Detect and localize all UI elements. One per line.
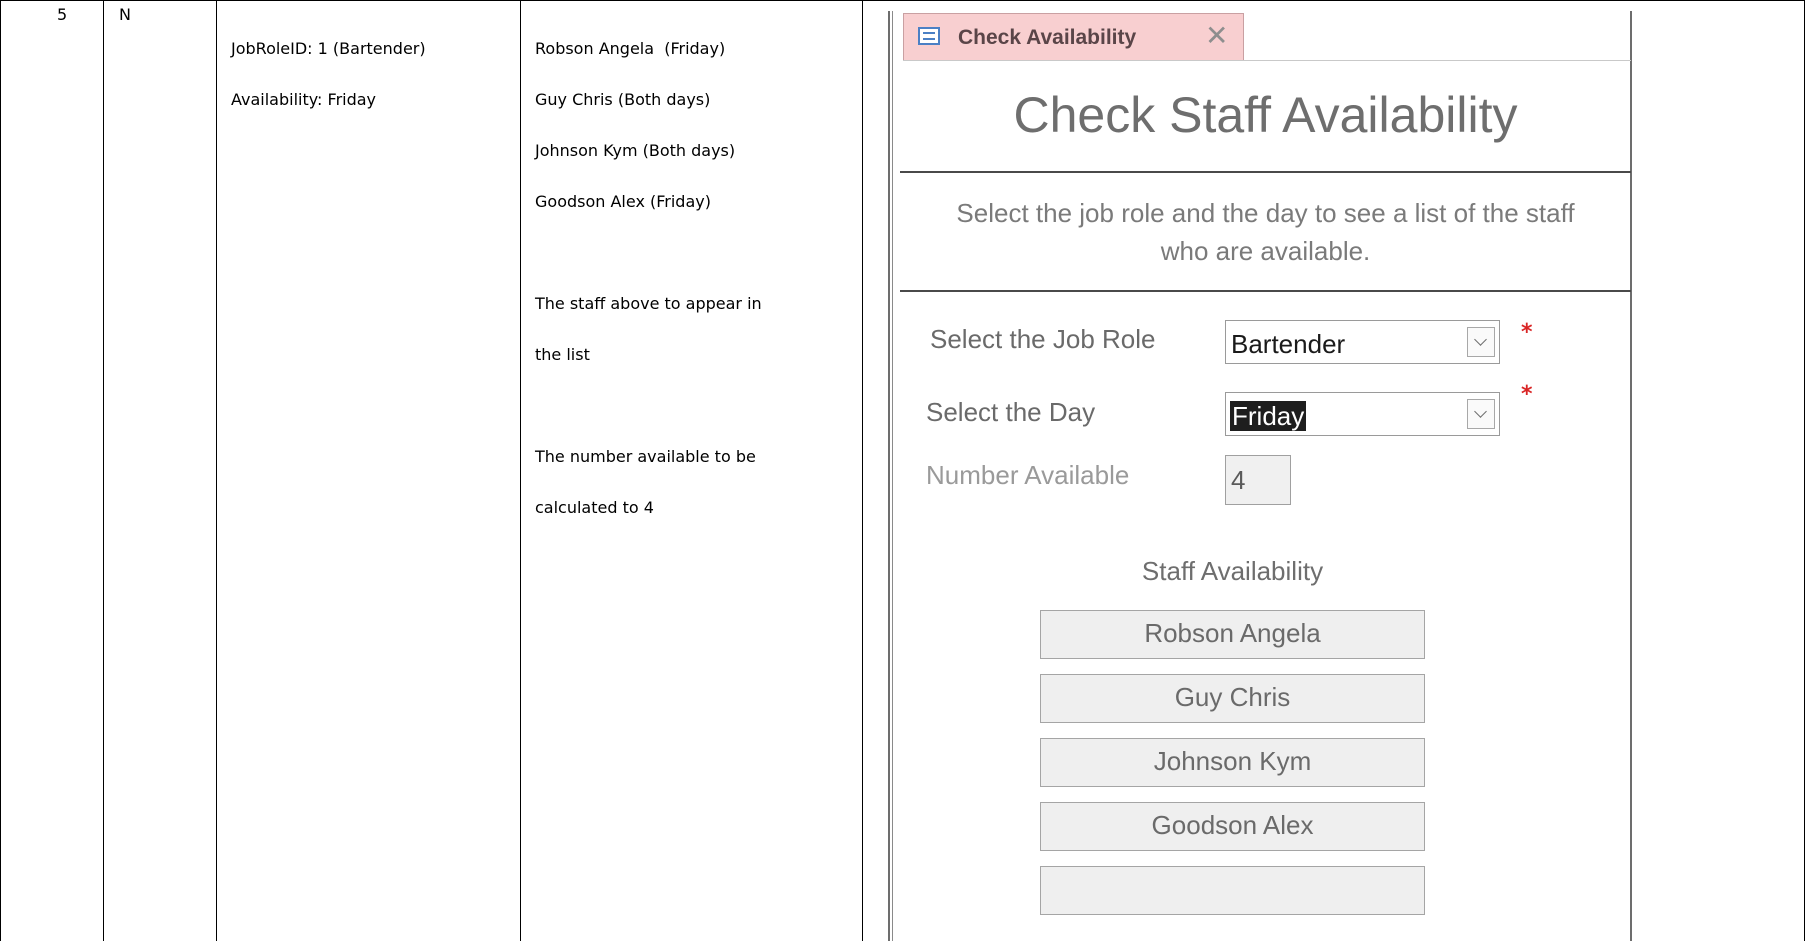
required-marker: * (1521, 320, 1533, 345)
close-icon[interactable]: ✕ (1205, 20, 1228, 52)
expected-staff-line: Goodson Alex (Friday) (535, 192, 711, 211)
tab-check-availability[interactable]: Check Availability ✕ (903, 13, 1244, 61)
day-value: Friday (1230, 401, 1307, 431)
expected-staff-line: Robson Angela (Friday) (535, 39, 726, 58)
test-flag: N (119, 5, 131, 24)
table-column-divider (103, 0, 104, 941)
required-marker: * (1521, 382, 1533, 407)
expected-note-line: the list (535, 345, 590, 364)
table-column-divider (216, 0, 217, 941)
test-data-line: JobRoleID: 1 (Bartender) (231, 39, 426, 58)
expected-note-line: calculated to 4 (535, 498, 654, 517)
job-role-combobox[interactable]: Bartender (1225, 320, 1500, 364)
table-top-border (0, 0, 1805, 1)
table-column-divider (0, 0, 1, 941)
table-column-divider (862, 0, 863, 941)
number-available-field: 4 (1225, 455, 1291, 505)
staff-list-item[interactable]: Goodson Alex (1040, 802, 1425, 851)
staff-list-item[interactable] (1040, 866, 1425, 915)
test-data-line: Availability: Friday (231, 90, 377, 109)
section-divider (900, 171, 1631, 173)
test-data-cell: JobRoleID: 1 (Bartender) Availability: F… (231, 6, 426, 125)
day-label: Select the Day (926, 397, 1096, 427)
staff-list-item[interactable]: Johnson Kym (1040, 738, 1425, 787)
chevron-down-icon[interactable] (1467, 327, 1495, 357)
tab-strip-divider (903, 60, 1631, 61)
test-number: 5 (57, 5, 68, 24)
chevron-down-icon[interactable] (1467, 399, 1495, 429)
job-role-value: Bartender (1231, 329, 1346, 359)
day-combobox[interactable]: Friday (1225, 392, 1500, 436)
tab-label: Check Availability (958, 26, 1137, 49)
screenshot-frame (1630, 11, 1632, 941)
instruction-line: who are available. (1160, 236, 1371, 266)
form-title: Check Staff Availability (1013, 87, 1518, 143)
expected-result-cell: Robson Angela (Friday) Guy Chris (Both d… (535, 6, 762, 533)
expected-staff-line: Guy Chris (Both days) (535, 90, 711, 109)
number-available-label: Number Available (926, 460, 1130, 490)
section-divider (900, 290, 1631, 292)
staff-list-item[interactable]: Robson Angela (1040, 610, 1425, 659)
form-instruction: Select the job role and the day to see a… (900, 194, 1631, 270)
job-role-label: Select the Job Role (930, 324, 1156, 354)
instruction-line: Select the job role and the day to see a… (956, 198, 1575, 228)
number-available-value: 4 (1231, 465, 1246, 495)
table-column-divider (520, 0, 521, 941)
expected-note-line: The number available to be (535, 447, 756, 466)
staff-list-item[interactable]: Guy Chris (1040, 674, 1425, 723)
expected-staff-line: Johnson Kym (Both days) (535, 141, 736, 160)
staff-list-heading: Staff Availability (1141, 556, 1324, 586)
expected-note-line: The staff above to appear in (535, 294, 762, 313)
form-icon (918, 27, 940, 45)
screenshot-frame (892, 11, 893, 941)
